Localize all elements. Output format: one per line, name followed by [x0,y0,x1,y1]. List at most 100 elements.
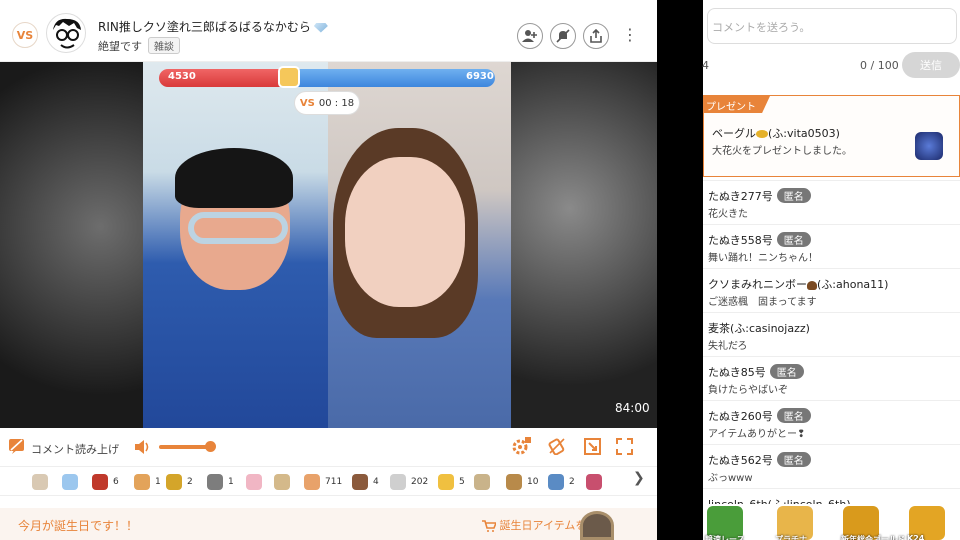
badge-medal-icon[interactable] [580,511,614,540]
birthday-notice: 今月が誕生日です！！ [18,519,139,533]
comment-read-icon[interactable] [9,439,24,454]
person-icon [352,474,368,490]
comment-text: アイテムありがとー❢ [708,429,806,440]
dice-icon [390,474,406,490]
volume-slider[interactable] [159,445,211,449]
stream-panel: VS RIN推しクソ塗れ三郎ばるばるなかむら 絶望です 雑談 ⋮ 4530 69… [0,0,657,540]
item-count: 711 [325,477,343,487]
volume-knob[interactable] [205,441,216,452]
anonymous-badge: 匿名 [776,232,811,247]
item-slot[interactable]: 10 [506,474,538,490]
stream-title-text: RIN推しクソ塗れ三郎ばるばるなかむら [98,20,311,34]
comment-row: たぬき260号 匿名アイテムありがとー❢ [703,400,960,444]
item-slot[interactable]: 4 [352,474,379,490]
item-slot[interactable] [274,474,295,490]
item-count: 2 [569,477,575,487]
follow-button[interactable] [517,23,543,49]
category-tag[interactable]: 雑談 [148,37,180,54]
left-person-glasses [188,212,288,244]
comment-user-name: たぬき277号 [708,190,773,203]
comment-text: 舞い踊れ！ニンちゃん！ [708,253,818,264]
item-slot[interactable]: 202 [390,474,428,490]
right-score: 6930 [466,71,494,82]
item-slot[interactable] [474,474,495,490]
comment-user[interactable]: たぬき85号 匿名 [708,364,804,380]
event-nav-label: プラチナ [775,535,807,540]
item-count: 6 [113,477,119,487]
present-user[interactable]: ベーグル (ふ:vita0503) [712,125,840,141]
item-slot[interactable]: 711 [304,474,342,490]
video-duration: 84:00 [615,401,650,415]
lion-icon [134,474,150,490]
item-slot[interactable]: 5 [438,474,465,490]
video-player[interactable]: 4530 6930 VS 00 : 18 84:00 [0,62,657,428]
item-slot[interactable] [586,474,607,490]
read-comments-label[interactable]: コメント読み上げ [31,441,119,457]
mochi-icon [246,474,262,490]
timer-text: 00 : 18 [318,97,355,109]
more-menu-icon[interactable]: ⋮ [622,25,638,44]
fullscreen-icon[interactable] [616,438,633,455]
comment-user-name: たぬき562号 [708,454,773,467]
card-icon [474,474,490,490]
rotate-icon[interactable] [548,437,566,455]
coin-icon [438,474,454,490]
video-blur-right [511,62,657,428]
bell-off-icon [556,29,570,43]
anonymous-badge: 匿名 [769,364,804,379]
settings-icon[interactable] [512,437,532,455]
event-nav-label: 新年総会ゴールド [841,535,905,540]
item-slot[interactable]: 6 [92,474,119,490]
bear-icon [32,474,48,490]
bagel-icon [756,130,768,138]
volume-icon[interactable] [134,439,152,455]
battle-score-bar [159,69,495,87]
comment-user[interactable]: たぬき277号 匿名 [708,188,811,204]
streamer-avatar[interactable] [46,13,86,53]
comment-text: 花火きた [708,209,748,220]
cart-icon [482,520,498,532]
comment-user[interactable]: 麦茶(ふ:casinojazz) [708,320,810,336]
comment-user[interactable]: たぬき558号 匿名 [708,232,811,248]
item-count: 10 [527,477,539,487]
mute-notification-button[interactable] [550,23,576,49]
stream-header: VS RIN推しクソ塗れ三郎ばるばるなかむら 絶望です 雑談 ⋮ [0,0,657,62]
left-score: 4530 [168,71,196,82]
right-person-face [345,157,465,307]
vs-logo[interactable]: VS [12,22,38,48]
cowboy-icon [506,474,522,490]
present-user-handle: (ふ:vita0503) [768,127,840,140]
comment-user[interactable]: クソまみれニンボー (ふ:ahona11) [708,276,888,292]
item-slot[interactable]: 2 [548,474,575,490]
share-icon [590,29,602,43]
share-button[interactable] [583,23,609,49]
item-slot[interactable] [32,474,53,490]
stream-subtitle: 絶望です 雑談 [98,37,180,54]
send-button[interactable]: 送信 [902,52,960,78]
anonymous-badge: 匿名 [776,188,811,203]
panel-gap [657,0,703,540]
item-slot[interactable]: 1 [207,474,234,490]
item-count: 1 [155,477,161,487]
comment-user-handle: (ふ:ahona11) [817,278,889,291]
comment-user-name: 麦茶(ふ:casinojazz) [708,322,810,335]
item-count: 202 [411,477,429,487]
left-person-hair [175,148,293,208]
add-user-icon [522,30,537,42]
viewer-count: 4 [702,59,709,72]
comment-user[interactable]: たぬき260号 匿名 [708,408,811,424]
item-slot[interactable] [62,474,83,490]
pip-icon[interactable] [584,438,601,455]
comment-row: たぬき558号 匿名舞い踊れ！ニンちゃん！ [703,224,960,268]
item-slot[interactable] [246,474,267,490]
item-slot[interactable]: 2 [166,474,193,490]
poop-icon [807,280,817,290]
comment-row: 麦茶(ふ:casinojazz) 失礼だろ [703,312,960,356]
comment-input[interactable]: コメントを送ろう。 [707,8,957,44]
item-count: 4 [373,477,379,487]
item-slot[interactable]: 1 [134,474,161,490]
cloud-icon [62,474,78,490]
sushi-icon [92,474,108,490]
comment-user[interactable]: たぬき562号 匿名 [708,452,811,468]
item-next-arrow-icon[interactable]: ❯ [633,470,645,486]
